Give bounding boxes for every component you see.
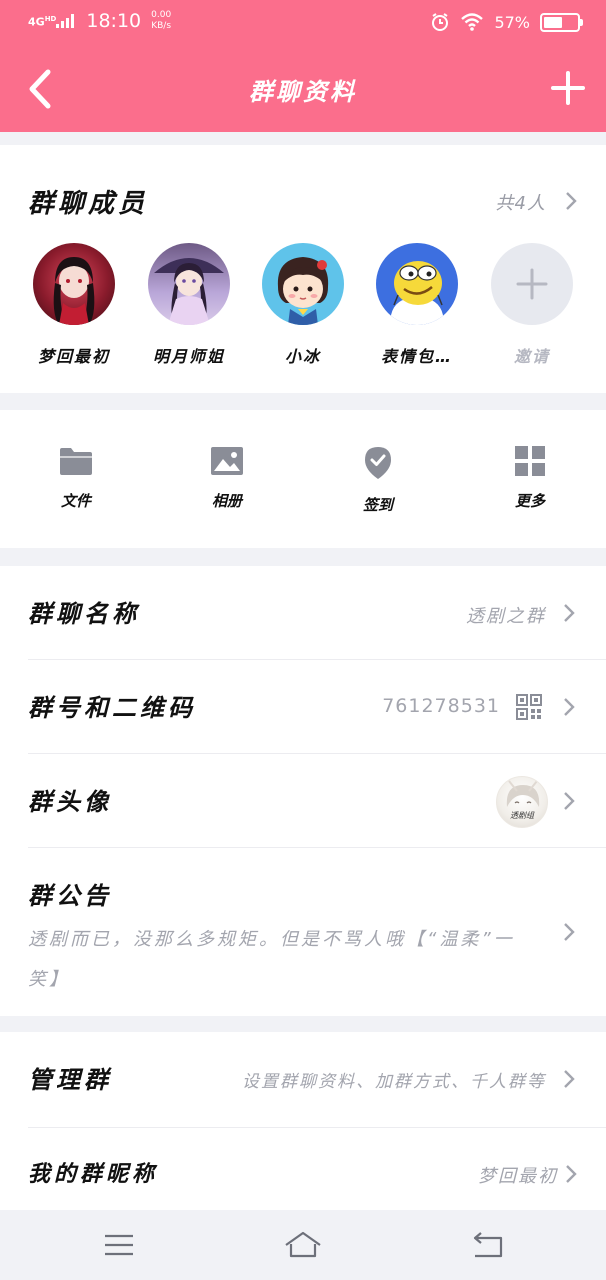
member-name: 明月师姐 xyxy=(152,347,225,366)
emoji-face-avatar xyxy=(376,243,458,325)
back-icon[interactable] xyxy=(467,1228,507,1262)
row-group-avatar[interactable]: 群头像 透剧组 xyxy=(0,754,606,848)
row-group-notice[interactable]: 群公告 透剧而已，没那么多规矩。但是不骂人哦【“温柔”一笑】 xyxy=(0,848,606,1016)
row-group-name[interactable]: 群聊名称 透剧之群 xyxy=(0,566,606,660)
group-name-value: 透剧之群 xyxy=(466,606,546,627)
location-check-icon xyxy=(365,447,391,479)
row-label: 管理群 xyxy=(28,1066,112,1094)
battery-icon xyxy=(540,12,583,32)
speed-unit: KB/s xyxy=(151,21,172,31)
row-my-nickname[interactable]: 我的群昵称 梦回最初 xyxy=(0,1128,606,1210)
member-item[interactable]: 明月师姐 xyxy=(139,243,239,367)
row-label: 我的群昵称 xyxy=(28,1162,159,1187)
members-section: 群聊成员 共4人 梦回最初 明月师姐 小冰 表情包… 邀请 xyxy=(0,145,606,393)
invite-circle xyxy=(491,243,573,325)
chevron-right-icon xyxy=(566,192,577,210)
row-label: 群公告 xyxy=(28,882,112,910)
network-speed: 0.00 KB/s xyxy=(151,10,171,32)
page-title: 群聊资料 xyxy=(249,78,357,106)
speed-value: 0.00 xyxy=(151,10,172,20)
member-name: 小冰 xyxy=(284,347,321,366)
chevron-right-icon xyxy=(564,1070,575,1088)
notice-text: 透剧而已，没那么多规矩。但是不骂人哦【“温柔”一笑】 xyxy=(28,929,515,990)
members-count: 共4人 xyxy=(495,193,546,214)
plus-icon xyxy=(516,268,548,300)
action-label: 文件 xyxy=(60,492,91,510)
anime-girl-red-avatar xyxy=(33,243,115,325)
row-label: 群聊名称 xyxy=(28,600,140,628)
alarm-icon xyxy=(432,13,449,31)
row-label: 群头像 xyxy=(28,788,112,816)
grid-icon xyxy=(515,446,545,476)
system-navigation-bar xyxy=(0,1210,606,1280)
image-icon xyxy=(211,447,243,475)
signal-icon xyxy=(56,14,75,28)
battery-level xyxy=(544,16,562,28)
qr-code-icon xyxy=(516,694,542,720)
action-label: 相册 xyxy=(211,492,242,510)
invite-button[interactable]: 邀请 xyxy=(482,243,582,367)
chevron-right-icon xyxy=(564,604,575,622)
member-name: 梦回最初 xyxy=(37,347,110,366)
wifi-icon xyxy=(461,13,484,31)
anime-girl-umbrella-avatar xyxy=(148,243,230,325)
app-header: 群聊资料 xyxy=(0,46,606,132)
member-item[interactable]: 小冰 xyxy=(253,243,353,367)
action-files[interactable]: 文件 xyxy=(31,446,121,511)
member-name: 表情包… xyxy=(380,347,453,366)
status-bar: 4GHD 18:10 0.00 KB/s 57% xyxy=(0,0,606,46)
member-item[interactable]: 表情包… xyxy=(367,243,467,367)
battery-percent: 57% xyxy=(494,12,530,32)
chevron-right-icon xyxy=(564,698,575,716)
group-avatar-image: 透剧组 xyxy=(496,776,548,828)
chevron-right-icon xyxy=(564,923,575,941)
action-album[interactable]: 相册 xyxy=(182,446,272,511)
row-group-number[interactable]: 群号和二维码 761278531 xyxy=(0,660,606,754)
folder-icon xyxy=(60,448,92,475)
action-label: 签到 xyxy=(362,496,393,514)
row-manage-group[interactable]: 管理群 设置群聊资料、加群方式、千人群等 xyxy=(0,1032,606,1128)
cartoon-girl-avatar xyxy=(262,243,344,325)
action-label: 更多 xyxy=(514,492,545,510)
member-item[interactable]: 梦回最初 xyxy=(24,243,124,367)
menu-icon[interactable] xyxy=(99,1228,139,1262)
nickname-value: 梦回最初 xyxy=(478,1166,558,1187)
home-icon[interactable] xyxy=(283,1228,323,1262)
action-checkin[interactable]: 签到 xyxy=(333,446,423,515)
group-number-value: 761278531 xyxy=(382,695,500,717)
network-hd: HD xyxy=(44,15,57,24)
clock: 18:10 xyxy=(86,10,142,32)
add-icon[interactable] xyxy=(550,70,586,106)
group-avatar-text: 透剧组 xyxy=(510,811,534,820)
quick-actions: 文件 相册 签到 更多 xyxy=(0,410,606,548)
network-type: 4G xyxy=(28,16,45,29)
members-title: 群聊成员 xyxy=(28,189,149,219)
manage-value: 设置群聊资料、加群方式、千人群等 xyxy=(242,1072,546,1092)
network-indicator: 4GHD xyxy=(28,14,75,29)
chevron-right-icon xyxy=(566,1165,577,1183)
chevron-right-icon xyxy=(564,792,575,810)
action-more[interactable]: 更多 xyxy=(485,446,575,511)
row-label: 群号和二维码 xyxy=(28,694,196,722)
invite-label: 邀请 xyxy=(513,347,550,366)
